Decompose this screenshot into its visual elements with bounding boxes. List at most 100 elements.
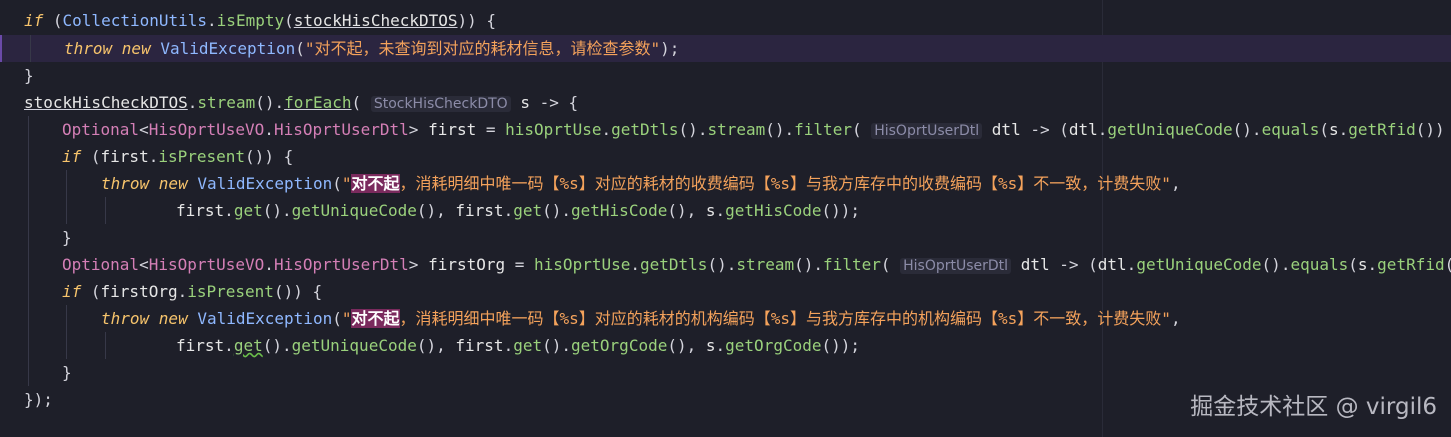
code-line[interactable]: }: [0, 359, 1451, 386]
indent-guide: [30, 35, 31, 62]
code-token: ().: [262, 201, 292, 220]
code-token: (: [351, 93, 371, 112]
code-token: firstOrg: [428, 255, 506, 274]
code-token: get: [513, 201, 543, 220]
code-token: .: [1367, 255, 1378, 274]
code-token: equals: [1261, 120, 1320, 139]
code-token: ()) ||: [1415, 120, 1445, 139]
code-token: first: [100, 147, 149, 166]
indent-guide: [28, 251, 29, 278]
code-token: ());: [821, 336, 861, 355]
code-line-content: first.get().getUniqueCode(), first.get()…: [176, 197, 860, 224]
code-token: isEmpty: [216, 11, 285, 30]
code-token: ().: [1261, 255, 1291, 274]
code-line-content: Optional<HisOprtUseVO.HisOprtUserDtl> fi…: [62, 251, 1451, 278]
code-token: .: [177, 282, 188, 301]
indent-guide: [105, 332, 106, 359]
code-token: getUniqueCode: [1107, 120, 1233, 139]
code-token: s: [705, 336, 716, 355]
code-token: first: [428, 120, 477, 139]
code-editor[interactable]: if (CollectionUtils.isEmpty(stockHisChec…: [0, 0, 1451, 437]
code-line[interactable]: if (CollectionUtils.isEmpty(stockHisChec…: [0, 7, 1451, 34]
code-line[interactable]: if (firstOrg.isPresent()) {: [0, 278, 1451, 305]
code-token: getDtls: [611, 120, 679, 139]
code-line[interactable]: Optional<HisOprtUseVO.HisOprtUserDtl> fi…: [0, 251, 1451, 278]
code-token: .: [1097, 120, 1108, 139]
code-token: hisOprtUse: [534, 255, 631, 274]
code-token: }: [62, 228, 72, 247]
code-token: HisOprtUseVO: [148, 255, 265, 274]
code-token: HisOprtUserDtl: [273, 255, 409, 274]
code-token: (: [1348, 255, 1358, 274]
code-line[interactable]: }: [0, 62, 1451, 89]
code-token: stockHisCheckDTOS: [293, 11, 458, 30]
code-token: Optional: [62, 120, 140, 139]
code-token: >: [408, 255, 429, 274]
code-token: );: [660, 39, 680, 58]
code-token: filter: [794, 120, 852, 139]
code-token: first: [455, 201, 504, 220]
code-token: ，消耗明细中唯一码【%s】对应的耗材的收费编码【%s】与我方库存中的收费编码【%…: [399, 174, 1171, 193]
code-token: ().: [262, 336, 292, 355]
code-line[interactable]: throw new ValidException("对不起，消耗明细中唯一码【%…: [0, 170, 1451, 197]
indent-guide: [28, 278, 29, 305]
code-token: getRfid: [1377, 255, 1445, 274]
code-line-content: Optional<HisOprtUseVO.HisOprtUserDtl> fi…: [62, 116, 1451, 143]
code-token: });: [24, 390, 53, 409]
indent-guide: [66, 332, 67, 359]
code-line[interactable]: first.get().getUniqueCode(), first.get()…: [0, 332, 1451, 359]
code-token: getHisCode: [725, 201, 822, 220]
code-line[interactable]: throw new ValidException("对不起，消耗明细中唯一码【%…: [0, 305, 1451, 332]
code-token: (: [880, 255, 901, 274]
code-token: stream: [197, 93, 256, 112]
code-line-content: });: [24, 386, 53, 413]
code-token: (),: [667, 336, 706, 355]
code-token: (),: [416, 336, 456, 355]
code-line-content: if (CollectionUtils.isEmpty(stockHisChec…: [24, 7, 496, 34]
code-line[interactable]: stockHisCheckDTOS.stream().forEach( Stoc…: [0, 89, 1451, 116]
code-token: ().: [1232, 120, 1262, 139]
code-token: (: [284, 11, 294, 30]
code-token: .: [224, 201, 234, 220]
code-token: (),: [667, 201, 706, 220]
code-token: first: [176, 201, 225, 220]
code-token: ，消耗明细中唯一码【%s】对应的耗材的机构编码【%s】与我方库存中的机构编码【%…: [399, 309, 1171, 328]
code-line[interactable]: if (first.isPresent()) {: [0, 143, 1451, 170]
selected-text: 对不起: [351, 309, 400, 328]
code-line-content: }: [62, 359, 72, 386]
selected-text: 对不起: [351, 174, 400, 193]
code-token: (: [851, 120, 872, 139]
code-token: stream: [736, 255, 795, 274]
indent-guide: [66, 305, 67, 332]
code-token: if: [24, 11, 44, 30]
code-token: get: [233, 201, 263, 220]
code-token: dtl: [1097, 255, 1127, 274]
code-line-content: if (first.isPresent()) {: [62, 143, 293, 170]
code-line[interactable]: }: [0, 224, 1451, 251]
code-line[interactable]: Optional<HisOprtUseVO.HisOprtUserDtl> fi…: [0, 116, 1451, 143]
code-token: getRfid: [1348, 120, 1416, 139]
code-token: stockHisCheckDTOS: [24, 93, 188, 112]
code-token: throw new: [64, 39, 151, 58]
code-token: get: [513, 336, 543, 355]
code-token: .: [187, 93, 198, 112]
code-line[interactable]: first.get().getUniqueCode(), first.get()…: [0, 197, 1451, 224]
code-token: ()) {: [273, 282, 323, 301]
code-token: s: [1357, 255, 1368, 274]
code-token: .: [503, 336, 514, 355]
code-token: getHisCode: [571, 201, 668, 220]
code-line[interactable]: throw new ValidException("对不起，未查询到对应的耗材信…: [0, 35, 1451, 62]
code-token: isPresent: [158, 147, 246, 166]
indent-guide: [28, 170, 29, 197]
code-token: <: [139, 120, 149, 139]
indent-guide: [105, 197, 106, 224]
code-token: first: [455, 336, 504, 355]
code-token: )) {: [457, 11, 497, 30]
indent-guide: [28, 332, 29, 359]
